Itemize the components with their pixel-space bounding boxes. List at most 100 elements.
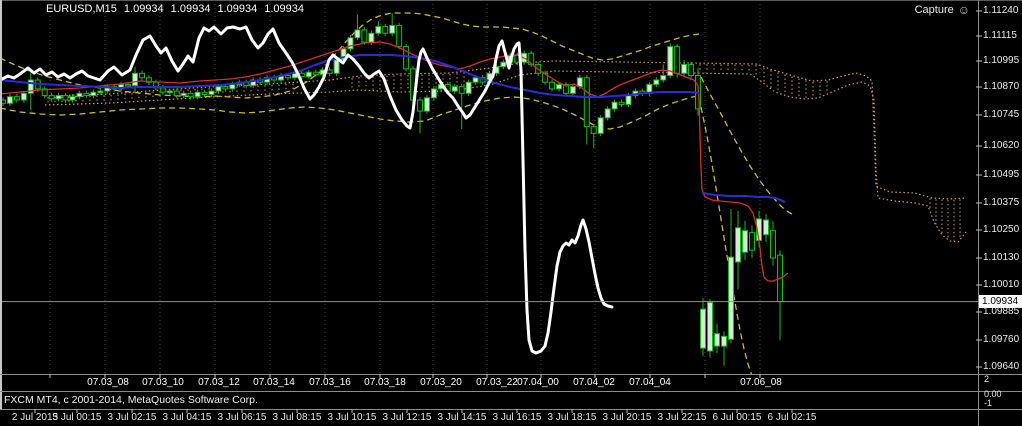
candle-jul3: [20, 92, 27, 101]
candle-jul6: [700, 308, 706, 349]
time-axis-label: 3 Jul 18:15: [547, 412, 597, 423]
candle-jul6: [728, 256, 734, 340]
capture-button[interactable]: Capture ☺: [915, 3, 970, 17]
candle-jul6: [735, 227, 741, 263]
candle-jul3: [187, 92, 194, 98]
subwindow-axis-label: -1: [984, 398, 993, 408]
chart-layers: [0, 0, 978, 374]
candle-jul3: [229, 83, 236, 90]
period-separator-label: 07.04_04: [629, 377, 671, 388]
candle-jul3: [139, 72, 145, 79]
candle-jul3: [125, 83, 132, 87]
time-axis-label: 3 Jul 06:15: [217, 412, 267, 423]
candle-jul3: [326, 69, 333, 74]
copyright-text: FXCM MT4, c 2001-2014, MetaQuotes Softwa…: [4, 394, 258, 406]
candle-jul3: [55, 95, 62, 100]
period-separator-label: 07.03_08: [87, 377, 129, 388]
period-separator-label: 07.03_16: [309, 377, 351, 388]
candle-jul3: [284, 75, 291, 79]
candle-jul3: [375, 26, 382, 34]
candle-jul3: [625, 95, 632, 105]
candle-jul3: [500, 61, 507, 68]
candle-jul3: [312, 71, 319, 75]
candle-jul3: [222, 86, 229, 90]
time-axis-label: 3 Jul 04:15: [162, 412, 212, 423]
capture-label: Capture: [914, 4, 954, 16]
candle-jul3: [69, 96, 76, 101]
candle-jul3: [611, 101, 618, 110]
candle-jul3: [556, 83, 562, 90]
price-axis-label: 1.10375: [983, 197, 1020, 208]
time-axis-label: 3 Jul 16:15: [492, 412, 542, 423]
period-separator-label: 07.03_14: [253, 377, 295, 388]
candle-jul3: [681, 63, 688, 74]
candle-jul3: [62, 95, 69, 101]
candle-jul3: [458, 86, 465, 94]
ohlc-open: 1.09934: [123, 3, 164, 15]
candle-jul3: [132, 72, 139, 87]
candle-jul3: [653, 79, 660, 85]
ohlc-close: 1.09934: [264, 3, 304, 15]
candle-jul3: [347, 37, 354, 50]
period-separator-label: 07.04_02: [573, 377, 615, 388]
time-axis-label: 3 Jul 20:15: [602, 412, 652, 423]
period-separator-label: 07.03_20: [420, 377, 462, 388]
candle-jul3: [208, 90, 215, 95]
candle-jul6: [770, 230, 776, 259]
time-axis-label: 3 Jul 14:15: [437, 412, 487, 423]
price-axis-label: 1.11240: [983, 5, 1019, 16]
candle-jul3: [660, 75, 667, 81]
candle-jul3: [215, 86, 222, 92]
period-separator-label: 07.03_18: [364, 377, 406, 388]
candle-jul3: [361, 29, 368, 43]
symbol-period-label: EURUSD,M15: [46, 3, 117, 15]
candle-jul3: [597, 117, 604, 134]
candle-jul3: [368, 32, 375, 43]
time-axis-label: 6 Jul 00:15: [712, 412, 762, 423]
candle-jul6: [742, 230, 748, 253]
candle-jul3: [472, 77, 479, 83]
price-axis-label: 1.10010: [983, 279, 1020, 290]
candle-jul6: [763, 219, 769, 236]
time-axis-label: 3 Jul 10:15: [327, 412, 377, 423]
time-axis-label: 3 Jul 00:15: [52, 412, 102, 423]
candle-jul3: [590, 126, 597, 134]
chart-title: EURUSD,M15 1.09934 1.09934 1.09934 1.09934: [46, 4, 311, 15]
candle-jul3: [180, 92, 187, 97]
candle-jul3: [333, 59, 340, 74]
chart-plot-area[interactable]: [0, 0, 1022, 426]
candle-jul3: [159, 87, 166, 93]
period-separator-label: 07.04_00: [517, 377, 559, 388]
cloud-lower-span-line: [44, 70, 967, 243]
price-axis-label: 1.09885: [983, 306, 1020, 317]
candle-jul3: [173, 90, 180, 97]
price-axis-label: 1.10995: [983, 55, 1020, 66]
candle-jul3: [569, 86, 576, 94]
candle-jul6: [721, 335, 727, 347]
candle-jul3: [90, 91, 97, 97]
time-axis-label: 3 Jul 12:15: [382, 412, 432, 423]
period-separator-label: 07.06_08: [740, 377, 782, 388]
candle-jul3: [583, 77, 590, 128]
price-axis-label: 1.09760: [983, 334, 1020, 345]
price-axis-label: 1.10495: [983, 169, 1020, 180]
candle-jul3: [688, 63, 695, 77]
candle-jul6: [749, 232, 755, 251]
time-axis-label: 2 Jul 2015: [11, 412, 59, 423]
candle-jul3: [166, 90, 173, 94]
time-axis-label: 3 Jul 22:15: [657, 412, 707, 423]
candle-jul3: [194, 91, 201, 98]
cloud-upper-span-line: [44, 60, 967, 200]
period-separator-label: 07.03_10: [142, 377, 184, 388]
price-axis-label: 1.10620: [983, 140, 1020, 151]
candle-jul6: [714, 333, 720, 347]
subwindow-axis-label: 2: [984, 374, 990, 384]
price-axis-label: 1.11115: [983, 30, 1017, 41]
price-axis-label: 1.10745: [983, 109, 1020, 120]
candle-jul3: [382, 26, 389, 34]
smiley-icon: ☺: [957, 3, 970, 17]
ohlc-low: 1.09934: [217, 3, 258, 15]
candle-jul3: [674, 46, 681, 74]
candle-jul3: [48, 95, 55, 100]
candle-jul3: [97, 90, 104, 94]
